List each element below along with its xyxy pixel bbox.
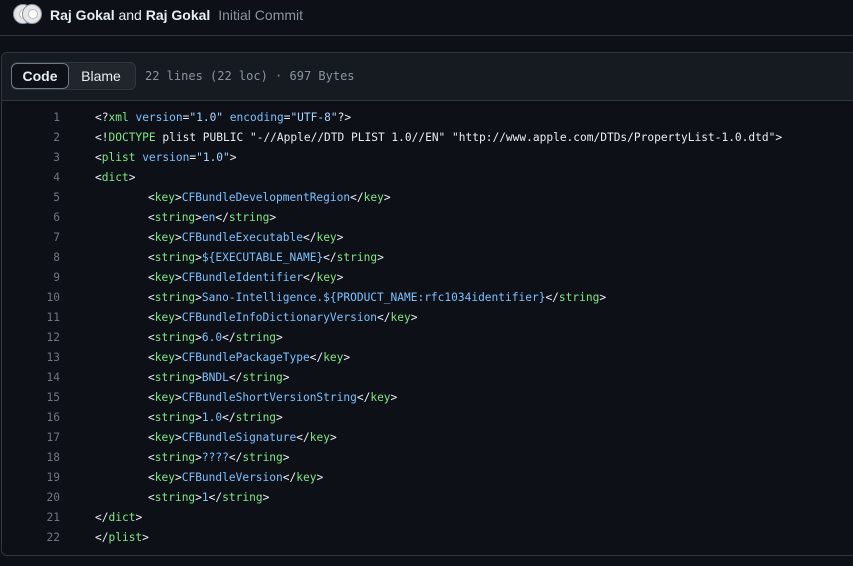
line-source: <string>Sano-Intelligence.${PRODUCT_NAME… xyxy=(148,291,607,304)
code-line: 14 <string>BNDL</string> xyxy=(2,368,853,388)
line-number[interactable]: 9 xyxy=(2,268,60,288)
line-source: <string>1</string> xyxy=(148,491,270,504)
line-number[interactable]: 4 xyxy=(2,168,60,188)
line-source: <key>CFBundleIdentifier</key> xyxy=(148,271,344,284)
code-line: 20 <string>1</string> xyxy=(2,488,853,508)
line-number[interactable]: 17 xyxy=(2,428,60,448)
commit-summary: Raj Gokal and Raj Gokal Initial Commit xyxy=(50,7,303,23)
line-number[interactable]: 10 xyxy=(2,288,60,308)
line-source: </plist> xyxy=(95,531,149,544)
view-toggle: Code Blame xyxy=(11,62,136,90)
code-line: 13 <key>CFBundlePackageType</key> xyxy=(2,348,853,368)
code-line: 11 <key>CFBundleInfoDictionaryVersion</ke… xyxy=(2,308,853,328)
line-source: <key>CFBundleVersion</key> xyxy=(148,471,324,484)
code-line: 15 <key>CFBundleShortVersionString</key> xyxy=(2,388,853,408)
line-number[interactable]: 14 xyxy=(2,368,60,388)
line-number[interactable]: 19 xyxy=(2,468,60,488)
line-source: <key>CFBundleShortVersionString</key> xyxy=(148,391,398,404)
line-source: <plist version="1.0"> xyxy=(95,151,237,164)
author-link[interactable]: Raj Gokal xyxy=(50,7,115,23)
commit-bar: Raj Gokal and Raj Gokal Initial Commit xyxy=(0,0,853,36)
line-source: <string>en</string> xyxy=(148,211,277,224)
code-line: 9 <key>CFBundleIdentifier</key> xyxy=(2,268,853,288)
line-number[interactable]: 15 xyxy=(2,388,60,408)
code-line: 22 </plist> xyxy=(2,528,853,548)
line-source: <string>${EXECUTABLE_NAME}</string> xyxy=(148,251,384,264)
code-line: 1 <?xml version="1.0" encoding="UTF-8"?> xyxy=(2,108,853,128)
code-line: 21 </dict> xyxy=(2,508,853,528)
line-source: <key>CFBundlePackageType</key> xyxy=(148,351,351,364)
line-number[interactable]: 13 xyxy=(2,348,60,368)
line-number[interactable]: 8 xyxy=(2,248,60,268)
line-number[interactable]: 6 xyxy=(2,208,60,228)
line-source: <key>CFBundleInfoDictionaryVersion</key> xyxy=(148,311,418,324)
line-number[interactable]: 7 xyxy=(2,228,60,248)
commit-message-link[interactable]: Initial Commit xyxy=(218,7,303,23)
line-number[interactable]: 16 xyxy=(2,408,60,428)
line-number[interactable]: 21 xyxy=(2,508,60,528)
line-source: <key>CFBundleExecutable</key> xyxy=(148,231,344,244)
code-line: 4 <dict> xyxy=(2,168,853,188)
code-line: 2 <!DOCTYPE plist PUBLIC "-//Apple//DTD P… xyxy=(2,128,853,148)
line-number[interactable]: 12 xyxy=(2,328,60,348)
line-number[interactable]: 3 xyxy=(2,148,60,168)
line-source: </dict> xyxy=(95,511,143,524)
code-line: 18 <string>????</string> xyxy=(2,448,853,468)
file-viewer: Code Blame 22 lines (22 loc) · 697 Bytes… xyxy=(1,52,853,556)
code-line: 5 <key>CFBundleDevelopmentRegion</key> xyxy=(2,188,853,208)
coauthor-link[interactable]: Raj Gokal xyxy=(146,7,211,23)
file-info: 22 lines (22 loc) · 697 Bytes xyxy=(145,69,355,83)
line-source: <string>6.0</string> xyxy=(148,331,283,344)
code-line: 8 <string>${EXECUTABLE_NAME}</string> xyxy=(2,248,853,268)
line-number[interactable]: 2 xyxy=(2,128,60,148)
blame-tab-button[interactable]: Blame xyxy=(69,63,133,89)
code-line: 3 <plist version="1.0"> xyxy=(2,148,853,168)
line-number[interactable]: 18 xyxy=(2,448,60,468)
code-line: 17 <key>CFBundleSignature</key> xyxy=(2,428,853,448)
line-source: <key>CFBundleDevelopmentRegion</key> xyxy=(148,191,391,204)
line-source: <key>CFBundleSignature</key> xyxy=(148,431,337,444)
code-tab-button[interactable]: Code xyxy=(11,63,69,89)
line-number[interactable]: 1 xyxy=(2,108,60,128)
code-line: 19 <key>CFBundleVersion</key> xyxy=(2,468,853,488)
line-number[interactable]: 11 xyxy=(2,308,60,328)
code-line: 10 <string>Sano-Intelligence.${PRODUCT_NA… xyxy=(2,288,853,308)
code-line: 6 <string>en</string> xyxy=(2,208,853,228)
code-line: 16 <string>1.0</string> xyxy=(2,408,853,428)
line-source: <!DOCTYPE plist PUBLIC "-//Apple//DTD PL… xyxy=(95,131,783,144)
code-listing[interactable]: 1 <?xml version="1.0" encoding="UTF-8"?> 2… xyxy=(2,108,853,548)
line-source: <string>BNDL</string> xyxy=(148,371,290,384)
line-source: <string>1.0</string> xyxy=(148,411,283,424)
line-source: <dict> xyxy=(95,171,136,184)
line-source: <string>????</string> xyxy=(148,451,290,464)
author-conjunction: and xyxy=(118,7,142,23)
code-line: 7 <key>CFBundleExecutable</key> xyxy=(2,228,853,248)
code-line: 12 <string>6.0</string> xyxy=(2,328,853,348)
file-header: Code Blame 22 lines (22 loc) · 697 Bytes xyxy=(2,53,853,101)
line-number[interactable]: 22 xyxy=(2,528,60,548)
coauthor-avatar[interactable] xyxy=(22,4,42,24)
line-number[interactable]: 20 xyxy=(2,488,60,508)
line-number[interactable]: 5 xyxy=(2,188,60,208)
line-source: <?xml version="1.0" encoding="UTF-8"?> xyxy=(95,111,352,124)
